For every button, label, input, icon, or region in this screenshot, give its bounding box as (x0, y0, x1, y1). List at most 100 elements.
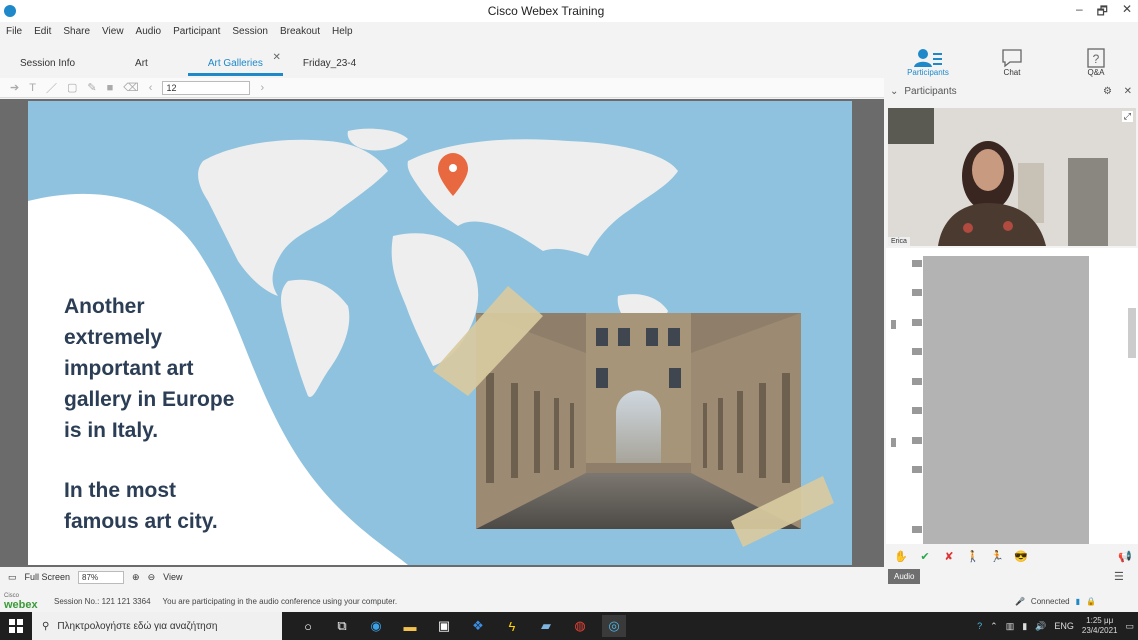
yes-check-icon[interactable]: ✔ (916, 548, 934, 564)
mute-status-icon[interactable]: 🎤 (1015, 597, 1025, 606)
lock-icon: 🔒 (1086, 596, 1096, 606)
menu-view[interactable]: View (102, 26, 124, 37)
webex-logo: Cisco webex (4, 593, 38, 611)
menu-session[interactable]: Session (232, 26, 268, 37)
pen-tool-icon[interactable]: ✎ (87, 81, 96, 94)
video-name-label: Erica (888, 237, 910, 246)
gallery-photo (476, 313, 801, 529)
file-explorer-icon[interactable]: ▬ (398, 615, 422, 637)
menu-file[interactable]: File (6, 26, 22, 37)
window-title: Cisco Webex Training (487, 4, 605, 18)
notifications-icon[interactable]: ▭ (1125, 621, 1134, 632)
emoji-icon[interactable]: 😎 (1012, 548, 1030, 564)
reaction-bar: ✋ ✔ ✘ 🚶 🏃 😎 📢 (886, 546, 1138, 566)
collapse-chevron-icon[interactable]: ⌄ (890, 86, 898, 97)
tab-art[interactable]: Art (95, 52, 188, 76)
audio-tooltip: Audio (888, 569, 921, 584)
tab-friday[interactable]: Friday_23-4 (283, 52, 376, 76)
participants-button[interactable]: Participants (886, 40, 970, 80)
connection-status: 🎤 Connected ▮ 🔒 (1015, 597, 1096, 606)
search-placeholder: Πληκτρολογήστε εδώ για αναζήτηση (57, 620, 218, 632)
title-bar: Cisco Webex Training – 🗗 ✕ (0, 0, 1138, 22)
tab-art-galleries[interactable]: Art Galleries ✕ (187, 52, 283, 76)
raise-hand-icon[interactable]: ✋ (892, 548, 910, 564)
network-icon[interactable]: ▥ (1006, 621, 1015, 632)
speaker-icon[interactable]: 🔊 (1035, 621, 1046, 632)
edge-icon[interactable]: ◉ (364, 615, 388, 637)
pointer-tool-icon[interactable]: ➔ (10, 81, 19, 94)
language-indicator[interactable]: ENG (1054, 621, 1074, 631)
tray-chevron-icon[interactable]: ⌃ (990, 621, 998, 632)
go-faster-icon[interactable]: 🏃 (988, 548, 1006, 564)
menu-help[interactable]: Help (332, 26, 353, 37)
minimize-button[interactable]: – (1076, 2, 1083, 23)
connected-label: Connected (1030, 596, 1070, 606)
start-button[interactable] (0, 612, 32, 640)
menu-share[interactable]: Share (63, 26, 90, 37)
menu-bar: File Edit Share View Audio Participant S… (0, 22, 880, 40)
app-icon[interactable]: ▰ (534, 615, 558, 637)
slide: Another extremely important art gallery … (28, 101, 852, 565)
tab-session-info[interactable]: Session Info (0, 52, 95, 76)
close-tab-icon[interactable]: ✕ (272, 46, 280, 70)
broadcast-icon[interactable]: 📢 (1116, 548, 1134, 564)
slide-paragraph-2: In the most famous art city. (64, 479, 218, 533)
eraser-tool-icon[interactable]: ⌫ (123, 81, 139, 94)
participants-icon (914, 49, 942, 67)
chrome-icon[interactable]: ◍ (568, 615, 592, 637)
battery-icon[interactable]: ▮ (1022, 621, 1027, 632)
participant-list (886, 248, 1138, 544)
no-x-icon[interactable]: ✘ (940, 548, 958, 564)
menu-participant[interactable]: Participant (173, 26, 220, 37)
prev-page-icon[interactable]: ‹ (149, 82, 153, 94)
font-size-select[interactable]: 12 (162, 80, 251, 95)
rectangle-tool-icon[interactable]: ▢ (67, 81, 77, 94)
close-button[interactable]: ✕ (1122, 2, 1132, 23)
store-icon[interactable]: ▣ (432, 615, 456, 637)
qa-button[interactable]: ? Q&A (1054, 40, 1138, 80)
menu-lines-icon[interactable]: ☰ (1114, 570, 1124, 583)
menu-breakout[interactable]: Breakout (280, 26, 320, 37)
webex-taskbar-icon[interactable]: ◎ (602, 615, 626, 637)
clock[interactable]: 1:25 μμ 23/4/2021 (1082, 616, 1118, 636)
full-screen-button[interactable]: Full Screen (25, 572, 71, 582)
view-menu[interactable]: View (163, 572, 182, 582)
participant-names-obscured (923, 256, 1089, 544)
color-tool-icon[interactable]: ■ (107, 82, 114, 94)
slide-paragraph-1: Another extremely important art gallery … (64, 295, 235, 442)
system-tray: ? ⌃ ▥ ▮ 🔊 ENG 1:25 μμ 23/4/2021 ▭ (977, 612, 1134, 640)
next-page-icon[interactable]: › (260, 82, 264, 94)
zoom-out-icon[interactable]: ⊖ (148, 572, 156, 583)
menu-edit[interactable]: Edit (34, 26, 51, 37)
line-tool-icon[interactable]: ／ (46, 80, 57, 96)
winamp-icon[interactable]: ϟ (500, 615, 524, 637)
menu-audio[interactable]: Audio (136, 26, 162, 37)
uffizi-gallery-image (476, 313, 801, 529)
expand-video-icon[interactable]: ⤢ (1121, 111, 1133, 122)
zoom-in-icon[interactable]: ⊕ (132, 572, 140, 583)
gear-icon[interactable]: ⚙ (1103, 86, 1112, 97)
viewer-status-bar: ▭ Full Screen 87% ⊕ ⊖ View (0, 569, 884, 585)
windows-taskbar: ⚲ Πληκτρολογήστε εδώ για αναζήτηση ○ ⧉ ◉… (0, 612, 1138, 640)
participant-video (888, 108, 1136, 246)
cortana-icon[interactable]: ○ (296, 615, 320, 637)
full-screen-icon[interactable]: ▭ (8, 572, 17, 583)
task-view-icon[interactable]: ⧉ (330, 615, 354, 637)
dropbox-icon[interactable]: ❖ (466, 615, 490, 637)
taskbar-search[interactable]: ⚲ Πληκτρολογήστε εδώ για αναζήτηση (32, 612, 282, 640)
panel-switcher: Participants Chat ? Q&A (886, 40, 1138, 80)
participant-list-scrollbar[interactable] (1128, 308, 1136, 358)
search-icon: ⚲ (42, 620, 50, 632)
video-tile: Erica ⤢ (888, 108, 1136, 246)
chat-button[interactable]: Chat (970, 40, 1054, 80)
participants-panel-header: ⌄ Participants ⚙ ✕ (886, 82, 1138, 100)
qa-icon: ? (1087, 48, 1105, 68)
help-tray-icon[interactable]: ? (977, 621, 982, 631)
audio-message: You are participating in the audio confe… (162, 596, 398, 606)
close-panel-icon[interactable]: ✕ (1124, 86, 1132, 97)
text-tool-icon[interactable]: T (29, 82, 36, 94)
restore-button[interactable]: 🗗 (1097, 2, 1108, 23)
zoom-select[interactable]: 87% (78, 570, 125, 584)
slide-text: Another extremely important art gallery … (64, 291, 264, 565)
go-slower-icon[interactable]: 🚶 (964, 548, 982, 564)
